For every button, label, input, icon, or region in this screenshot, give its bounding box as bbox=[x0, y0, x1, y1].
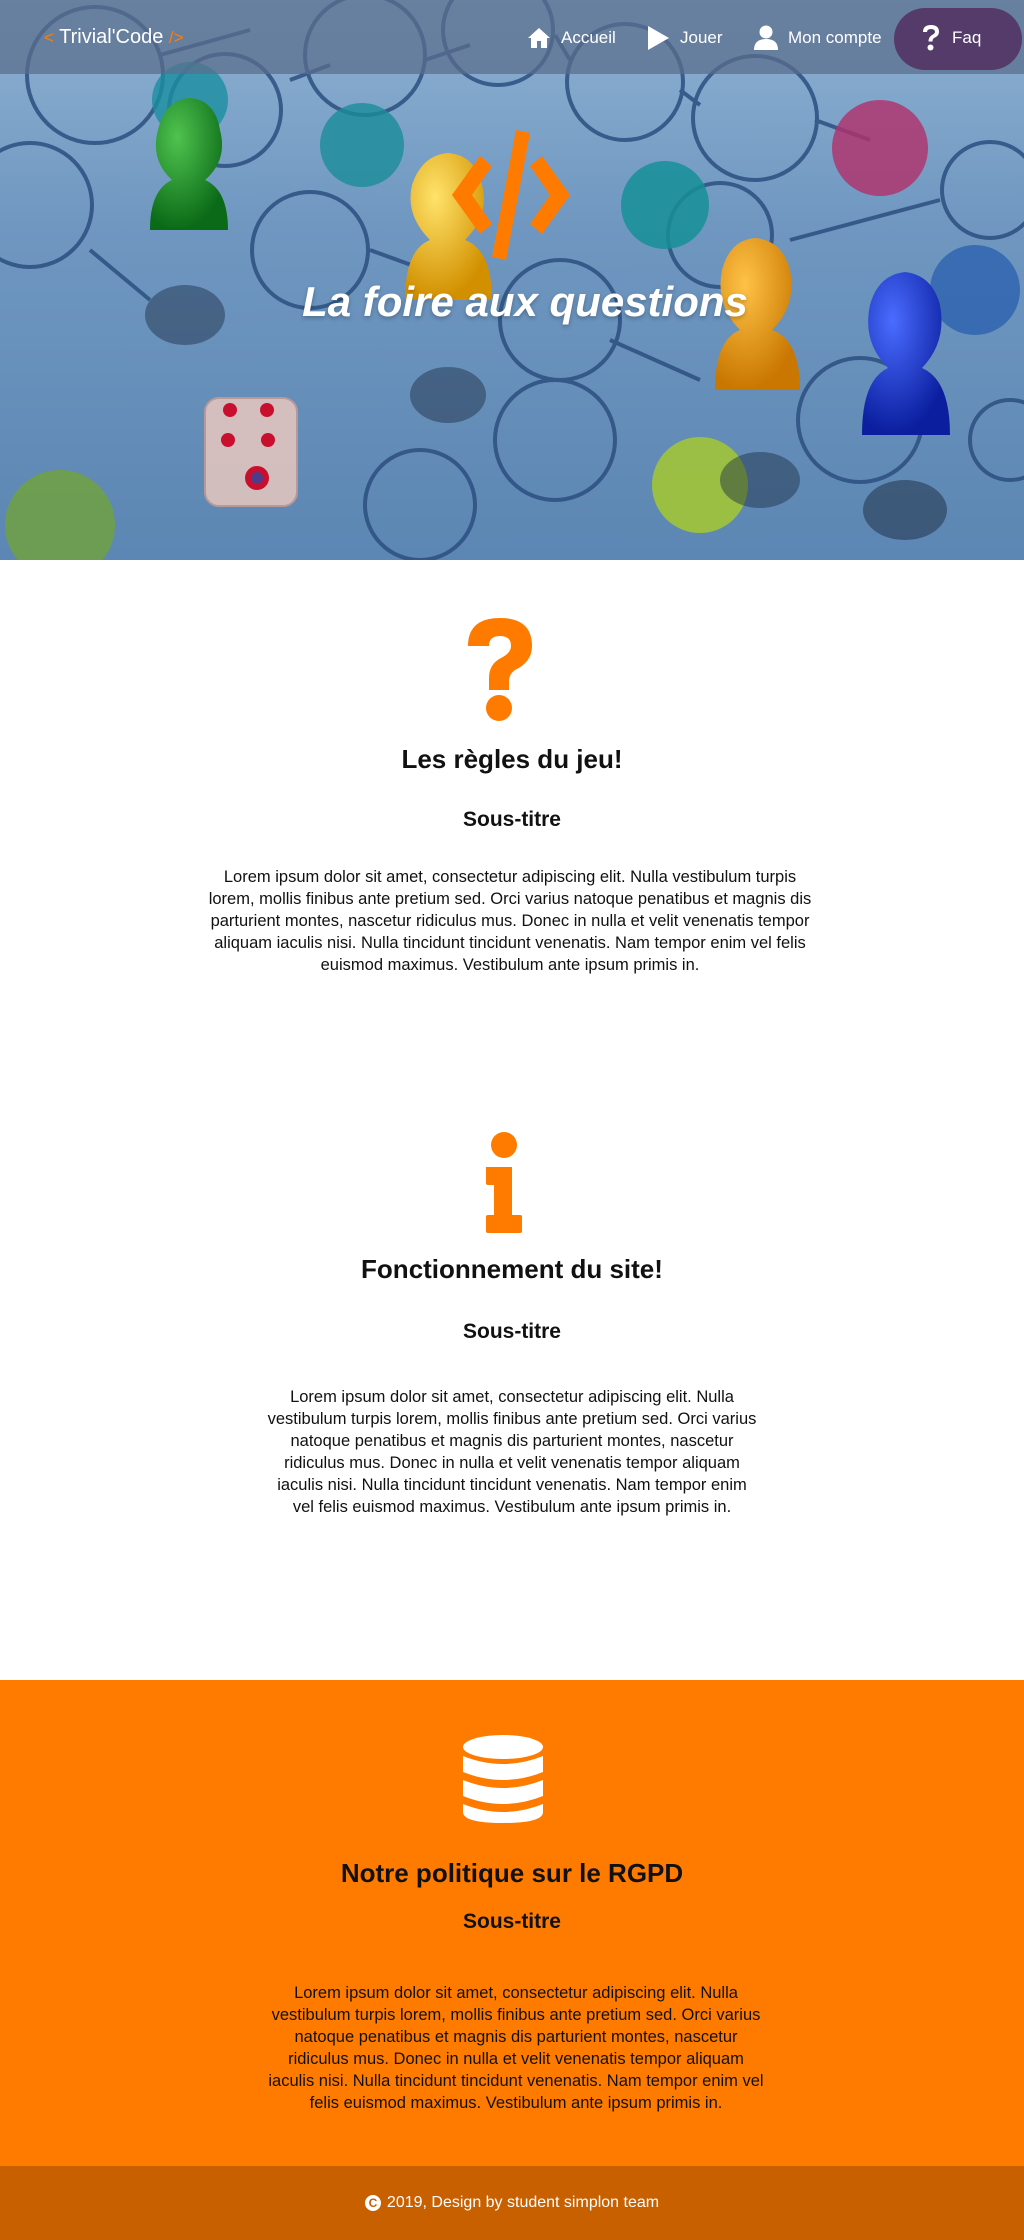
section-subtitle: Sous-titre bbox=[462, 1910, 561, 1933]
question-mark-icon bbox=[468, 618, 532, 721]
section-subtitle: Sous-titre bbox=[462, 808, 561, 831]
info-icon bbox=[486, 1132, 522, 1233]
hero-title: La foire aux questions bbox=[302, 278, 748, 325]
paragraph-line: vestibulum turpis lorem, mollis finibus … bbox=[267, 1410, 757, 1428]
paragraph-line: Lorem ipsum dolor sit amet, consectetur … bbox=[223, 868, 797, 886]
database-icon bbox=[463, 1735, 543, 1823]
section-paragraph: Lorem ipsum dolor sit amet, consectetur … bbox=[232, 1386, 792, 1518]
question-icon bbox=[923, 25, 939, 51]
section-title: Notre politique sur le RGPD bbox=[340, 1858, 684, 1888]
section-paragraph: Lorem ipsum dolor sit amet, consectetur … bbox=[236, 1982, 796, 2114]
copyright-icon: C bbox=[364, 2195, 381, 2211]
footer-text: 2019, Design by student simplon team bbox=[386, 2194, 660, 2211]
paragraph-line: euismod maximus. Vestibulum ante ipsum p… bbox=[320, 956, 700, 974]
logo-bracket-close: /> bbox=[168, 28, 184, 47]
section-title: Les règles du jeu! bbox=[401, 744, 623, 774]
paragraph-line: vestibulum turpis lorem, mollis finibus … bbox=[271, 2006, 761, 2024]
home-icon bbox=[528, 28, 550, 48]
paragraph-line: ridiculus mus. Donec in nulla et velit v… bbox=[284, 1454, 740, 1472]
nav-label: Accueil bbox=[561, 28, 616, 47]
paragraph-line: natoque penatibus et magnis dis parturie… bbox=[294, 2028, 738, 2046]
paragraph-line: iaculis nisi. Nulla tincidunt tincidunt … bbox=[277, 1476, 747, 1494]
nav-item-faq[interactable]: Faq bbox=[920, 18, 981, 58]
paragraph-line: felis euismod maximus. Vestibulum ante i… bbox=[309, 2094, 723, 2112]
site-logo[interactable]: < Trivial'Code /> bbox=[44, 26, 184, 49]
paragraph-line: parturient montes, nascetur ridiculus mu… bbox=[210, 912, 810, 930]
logo-text: Trivial'Code bbox=[59, 26, 164, 48]
paragraph-line: vel felis euismod maximus. Vestibulum an… bbox=[292, 1498, 732, 1516]
section-fonctionnement: Fonctionnement du site! Sous-titre Lorem… bbox=[0, 1120, 1024, 1680]
section-regles: Les règles du jeu! Sous-titre Lorem ipsu… bbox=[0, 560, 1024, 1120]
paragraph-line: ridiculus mus. Donec in nulla et velit v… bbox=[288, 2050, 744, 2068]
nav-label: Mon compte bbox=[788, 28, 882, 47]
nav-label: Faq bbox=[952, 28, 982, 47]
nav-item-mon-compte[interactable]: Mon compte bbox=[754, 18, 882, 58]
nav-item-jouer[interactable]: Jouer bbox=[646, 18, 723, 58]
top-navbar: < Trivial'Code /> Accueil Jouer Mon comp… bbox=[0, 0, 1024, 74]
user-icon bbox=[754, 25, 778, 50]
paragraph-line: natoque penatibus et magnis dis parturie… bbox=[290, 1432, 734, 1450]
paragraph-line: aliquam iaculis nisi. Nulla tincidunt ti… bbox=[214, 934, 806, 952]
code-icon bbox=[452, 130, 570, 260]
section-paragraph: Lorem ipsum dolor sit amet, consectetur … bbox=[170, 866, 850, 976]
section-subtitle: Sous-titre bbox=[462, 1320, 561, 1343]
play-icon bbox=[648, 26, 669, 50]
paragraph-line: Lorem ipsum dolor sit amet, consectetur … bbox=[294, 1984, 738, 2002]
nav-item-accueil[interactable]: Accueil bbox=[527, 18, 616, 58]
section-title: Fonctionnement du site! bbox=[361, 1254, 663, 1284]
paragraph-line: Lorem ipsum dolor sit amet, consectetur … bbox=[290, 1388, 734, 1406]
nav-label: Jouer bbox=[680, 28, 723, 47]
page-footer: C 2019, Design by student simplon team bbox=[0, 2166, 1024, 2240]
paragraph-line: lorem, mollis finibus ante pretium sed. … bbox=[208, 890, 812, 908]
logo-bracket-open: < bbox=[44, 28, 54, 47]
paragraph-line: iaculis nisi. Nulla tincidunt tincidunt … bbox=[268, 2072, 764, 2090]
section-rgpd: Notre politique sur le RGPD Sous-titre L… bbox=[0, 1680, 1024, 2166]
hero-banner: < Trivial'Code /> Accueil Jouer Mon comp… bbox=[0, 0, 1024, 560]
